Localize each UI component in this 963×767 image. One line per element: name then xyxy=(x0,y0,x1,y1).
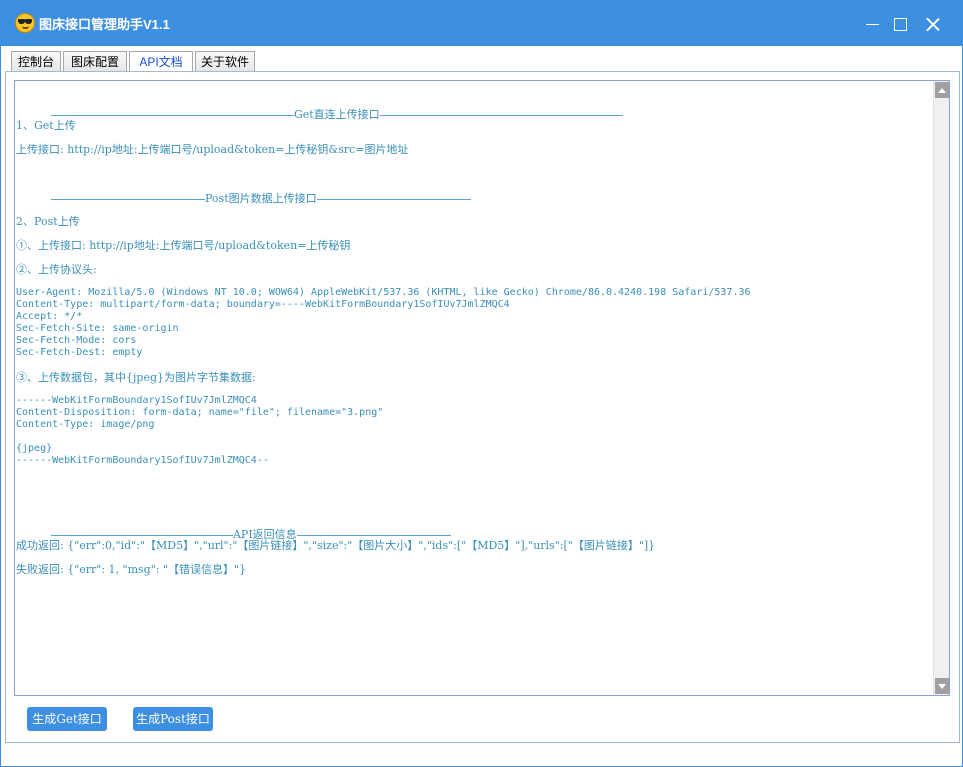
post-step-3: ③、上传数据包，其中{jpeg}为图片字节集数据: xyxy=(16,371,256,384)
section-title: Post图片数据上传接口 xyxy=(204,192,317,205)
body-line: ------WebKitFormBoundary1SofIUv7JmlZMQC4 xyxy=(16,395,257,406)
api-doc-textarea[interactable]: Get直连上传接口 1、Get上传 上传接口: http://ip地址:上传端口… xyxy=(14,80,950,696)
divider xyxy=(50,534,233,536)
close-icon xyxy=(925,17,940,32)
body-line: {jpeg} xyxy=(16,443,53,454)
scroll-up-button[interactable] xyxy=(935,82,949,98)
tab-console[interactable]: 控制台 xyxy=(11,51,61,72)
triangle-up-icon xyxy=(938,87,946,93)
app-window: 图床接口管理助手V1.1 控制台 图床配置 API文档 关于软件 Get直连上传… xyxy=(0,0,963,767)
section-title: Get直连上传接口 xyxy=(293,108,380,121)
scroll-down-button[interactable] xyxy=(935,678,949,694)
section-heading-get: Get直连上传接口 xyxy=(16,93,623,135)
body-line: ------WebKitFormBoundary1SofIUv7JmlZMQC4… xyxy=(16,455,269,466)
tab-api-docs[interactable]: API文档 xyxy=(129,51,193,73)
body-line: Content-Type: image/png xyxy=(16,419,155,430)
post-step-2: ②、上传协议头: xyxy=(16,263,97,276)
tab-strip: 控制台 图床配置 API文档 关于软件 xyxy=(5,51,960,73)
minimize-button[interactable] xyxy=(857,9,887,39)
title-bar[interactable]: 图床接口管理助手V1.1 xyxy=(1,1,962,46)
header-line: Sec-Fetch-Dest: empty xyxy=(16,347,143,358)
header-line: Sec-Fetch-Site: same-origin xyxy=(16,323,179,334)
maximize-icon xyxy=(893,17,907,31)
get-item-title: 1、Get上传 xyxy=(16,119,76,132)
divider xyxy=(379,114,623,116)
divider xyxy=(316,198,471,200)
success-response: 成功返回: {"err":0,"id":"【MD5】","url":"【图片链接… xyxy=(16,539,656,552)
maximize-button[interactable] xyxy=(885,9,915,39)
header-line: Content-Type: multipart/form-data; bound… xyxy=(16,299,510,310)
tab-panel-api-docs: Get直连上传接口 1、Get上传 上传接口: http://ip地址:上传端口… xyxy=(5,71,960,743)
triangle-down-icon xyxy=(938,683,946,689)
post-item-title: 2、Post上传 xyxy=(16,215,80,228)
section-heading-post: Post图片数据上传接口 xyxy=(16,177,471,219)
body-line: Content-Disposition: form-data; name="fi… xyxy=(16,407,384,418)
tab-about[interactable]: 关于软件 xyxy=(195,51,255,72)
window-title: 图床接口管理助手V1.1 xyxy=(39,17,170,32)
post-step-1: ①、上传接口: http://ip地址:上传端口号/upload&token=上… xyxy=(16,239,351,252)
tab-image-host-config[interactable]: 图床配置 xyxy=(63,51,127,72)
divider xyxy=(50,114,294,116)
vertical-scrollbar[interactable] xyxy=(933,81,949,695)
failure-response: 失败返回: {"err": 1, "msg": "【错误信息】"} xyxy=(16,563,247,576)
header-line: User-Agent: Mozilla/5.0 (Windows NT 10.0… xyxy=(16,287,751,298)
minimize-icon xyxy=(865,23,879,25)
generate-post-api-button[interactable]: 生成Post接口 xyxy=(133,707,213,731)
close-button[interactable] xyxy=(917,9,947,39)
header-line: Accept: */* xyxy=(16,311,83,322)
generate-get-api-button[interactable]: 生成Get接口 xyxy=(27,707,107,731)
divider xyxy=(50,198,205,200)
get-upload-url: 上传接口: http://ip地址:上传端口号/upload&token=上传秘… xyxy=(16,143,409,156)
sunglasses-emoji-icon xyxy=(15,13,35,33)
header-line: Sec-Fetch-Mode: cors xyxy=(16,335,137,346)
divider xyxy=(296,534,451,536)
